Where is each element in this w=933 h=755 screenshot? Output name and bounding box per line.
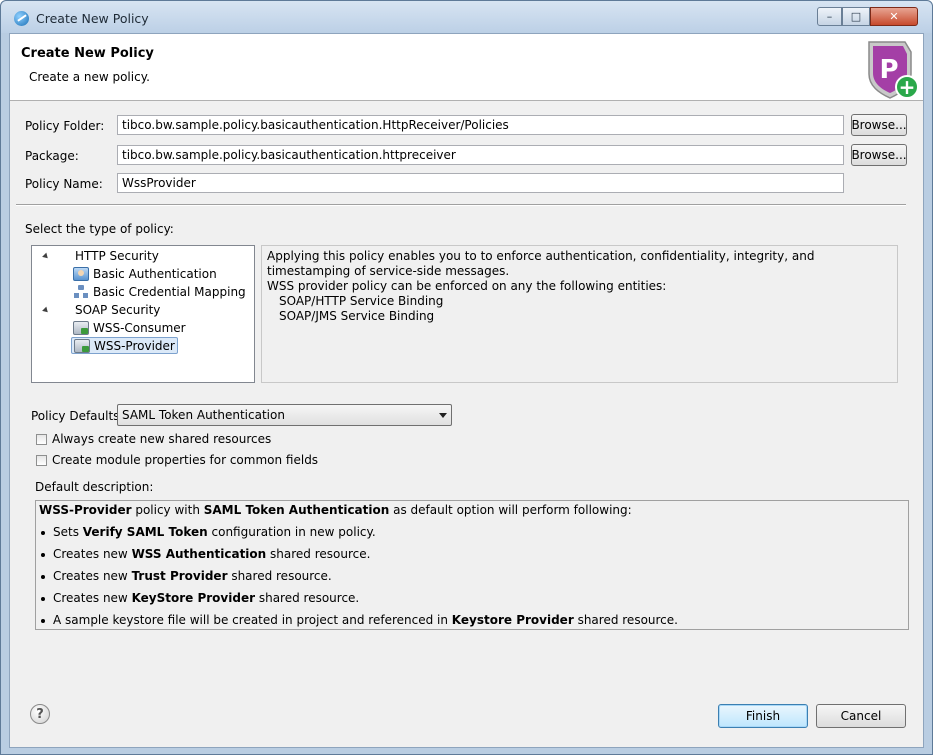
entity-item: SOAP/JMS Service Binding xyxy=(279,309,435,323)
bullet-bold: Keystore Provider xyxy=(451,613,574,627)
bullet-item: Creates new Trust Provider shared resour… xyxy=(39,569,905,591)
policy-type-tree[interactable]: HTTP Security Basic Authentication Basic… xyxy=(31,245,255,383)
policy-defaults-label: Policy Defaults: xyxy=(31,409,124,423)
tree-item-label: SOAP Security xyxy=(75,302,161,317)
dialog-client: Create New Policy Create a new policy. P… xyxy=(9,33,924,748)
bullet-text: Creates new xyxy=(53,591,132,605)
bullet-bold: WSS Authentication xyxy=(131,547,267,561)
minimize-icon: – xyxy=(826,10,833,23)
package-label: Package: xyxy=(25,149,79,163)
policy-folder-browse-button[interactable]: Browse... xyxy=(851,114,907,136)
summary-text: as default option will perform following… xyxy=(389,503,632,517)
bullet-item: A sample keystore file will be created i… xyxy=(39,613,905,635)
summary-bold: SAML Token Authentication xyxy=(203,503,390,517)
policy-badge-icon: P + xyxy=(868,41,919,99)
bullet-item: Creates new KeyStore Provider shared res… xyxy=(39,591,905,613)
tree-item-label: Basic Authentication xyxy=(93,266,217,281)
create-module-properties-checkbox[interactable]: Create module properties for common fiel… xyxy=(36,453,318,467)
maximize-button[interactable]: □ xyxy=(842,7,870,26)
dialog-header: Create New Policy Create a new policy. P… xyxy=(10,34,923,101)
description-text: WSS provider policy can be enforced on a… xyxy=(267,279,667,293)
user-shield-icon xyxy=(73,266,89,281)
always-create-shared-checkbox[interactable]: Always create new shared resources xyxy=(36,432,271,446)
default-description-label: Default description: xyxy=(35,480,154,494)
tree-item-label: HTTP Security xyxy=(75,248,159,263)
bullet-text: shared resource. xyxy=(573,613,678,627)
bullet-text: A sample keystore file will be created i… xyxy=(53,613,452,627)
tree-item-wss-provider[interactable]: WSS-Provider xyxy=(71,337,178,354)
tree-item-label: WSS-Provider xyxy=(94,338,175,353)
bullet-icon xyxy=(41,575,45,579)
bullet-text: configuration in new policy. xyxy=(207,525,376,539)
wss-icon xyxy=(73,320,89,335)
tree-item-soap-security[interactable]: SOAP Security xyxy=(75,301,160,318)
help-icon[interactable]: ? xyxy=(30,704,50,724)
tree-item-label: WSS-Consumer xyxy=(93,320,186,335)
policy-type-label: Select the type of policy: xyxy=(25,222,174,236)
bullet-item: Sets Verify SAML Token configuration in … xyxy=(39,525,905,547)
bullet-text: Creates new xyxy=(53,569,132,583)
collapse-arrow-icon[interactable] xyxy=(42,252,50,261)
badge-plus-icon: + xyxy=(899,75,916,99)
close-button[interactable]: ✕ xyxy=(870,7,918,26)
bullet-icon xyxy=(41,531,45,535)
bullet-text: Creates new xyxy=(53,547,132,561)
header-subtitle: Create a new policy. xyxy=(29,70,150,84)
bullet-bold: KeyStore Provider xyxy=(131,591,256,605)
window-title: Create New Policy xyxy=(36,11,149,26)
tree-item-basic-credential-mapping[interactable]: Basic Credential Mapping xyxy=(73,283,246,300)
separator xyxy=(16,204,906,206)
cancel-button[interactable]: Cancel xyxy=(816,704,906,728)
default-description-box: WSS-Provider policy with SAML Token Auth… xyxy=(35,500,909,630)
bullet-icon xyxy=(41,619,45,623)
description-text: Applying this policy enables you to to e… xyxy=(267,249,815,278)
checkbox-box[interactable] xyxy=(36,454,47,466)
tree-item-http-security[interactable]: HTTP Security xyxy=(75,247,159,264)
policy-folder-field[interactable]: tibco.bw.sample.policy.basicauthenticati… xyxy=(117,115,844,135)
credential-map-icon xyxy=(73,284,89,299)
tree-item-basic-authentication[interactable]: Basic Authentication xyxy=(73,265,217,282)
policy-defaults-select[interactable]: SAML Token Authentication xyxy=(117,404,452,426)
close-icon: ✕ xyxy=(889,10,899,23)
checkbox-label: Always create new shared resources xyxy=(52,432,272,446)
package-field[interactable]: tibco.bw.sample.policy.basicauthenticati… xyxy=(117,145,844,165)
bullet-text: shared resource. xyxy=(255,591,360,605)
header-title: Create New Policy xyxy=(21,46,154,61)
policy-defaults-value: SAML Token Authentication xyxy=(122,408,285,422)
checkbox-box[interactable] xyxy=(36,433,47,445)
bullet-text: shared resource. xyxy=(227,569,332,583)
bullet-bold: Verify SAML Token xyxy=(82,525,208,539)
finish-button[interactable]: Finish xyxy=(718,704,808,728)
tree-item-label: Basic Credential Mapping xyxy=(93,284,246,299)
bullet-text: shared resource. xyxy=(266,547,371,561)
policy-name-field[interactable]: WssProvider xyxy=(117,173,844,193)
bullet-icon xyxy=(41,597,45,601)
summary-text: policy with xyxy=(131,503,204,517)
dialog-window: Create New Policy – □ ✕ Create New Polic… xyxy=(0,0,933,755)
policy-folder-label: Policy Folder: xyxy=(25,119,105,133)
app-icon xyxy=(14,11,29,26)
entity-item: SOAP/HTTP Service Binding xyxy=(279,294,444,308)
chevron-down-icon xyxy=(439,413,447,418)
maximize-icon: □ xyxy=(850,10,862,23)
summary-line: WSS-Provider policy with SAML Token Auth… xyxy=(39,503,905,525)
collapse-arrow-icon[interactable] xyxy=(42,306,50,315)
minimize-button[interactable]: – xyxy=(817,7,842,26)
title-bar[interactable]: Create New Policy – □ ✕ xyxy=(1,1,932,33)
checkbox-label: Create module properties for common fiel… xyxy=(52,453,319,467)
bullet-text: Sets xyxy=(53,525,83,539)
bullet-icon xyxy=(41,553,45,557)
wss-icon xyxy=(74,338,90,353)
policy-name-label: Policy Name: xyxy=(25,177,103,191)
package-browse-button[interactable]: Browse... xyxy=(851,144,907,166)
policy-description: Applying this policy enables you to to e… xyxy=(261,245,898,383)
tree-item-wss-consumer[interactable]: WSS-Consumer xyxy=(73,319,186,336)
badge-letter: P xyxy=(879,55,898,85)
summary-bold: WSS-Provider xyxy=(39,503,132,517)
bullet-bold: Trust Provider xyxy=(131,569,228,583)
bullet-item: Creates new WSS Authentication shared re… xyxy=(39,547,905,569)
